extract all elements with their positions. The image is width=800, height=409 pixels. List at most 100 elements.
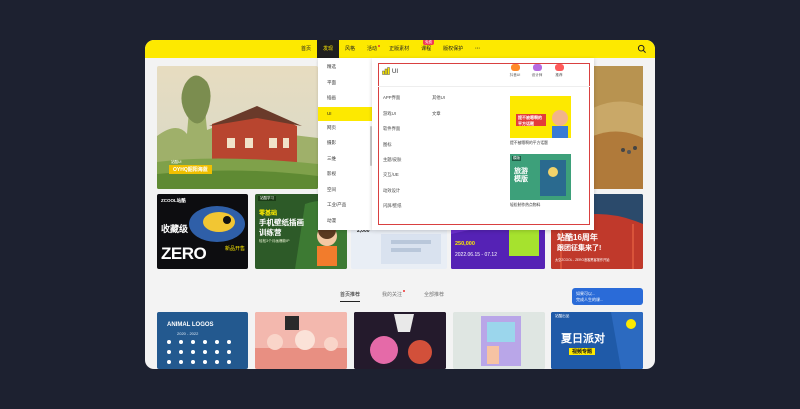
- nav-activity-label: 活动: [367, 46, 378, 52]
- bar-chart-icon: [382, 67, 390, 75]
- banner-zero-line3: 新品开售: [225, 246, 246, 252]
- banner-contest-amount: 250,000: [455, 241, 475, 247]
- promo-topic-label[interactable]: 提不被嗯啊的平方话题: [510, 141, 548, 146]
- category-featured[interactable]: 精选: [327, 64, 336, 70]
- promo-card-travel[interactable]: 模版 旅游模版: [510, 154, 571, 200]
- card-character[interactable]: [354, 312, 446, 369]
- promo-travel-title: 旅游模版: [514, 168, 528, 183]
- card-animal-logos-icons: [167, 340, 231, 364]
- nav-style[interactable]: 风格: [339, 40, 361, 58]
- banner-zero[interactable]: ZCOOL站酷 收藏级 ZERO 新品开售: [157, 194, 248, 269]
- app-window: 首页 发现 风格 活动 正版素材 课程 免费 版权保护 ··· 站酷UI OYH…: [145, 40, 655, 369]
- banner-contest-date: 2022.06.15 - 07.12: [455, 252, 497, 258]
- hero-caption: OYHQ韶阳海蓝: [169, 165, 212, 174]
- banner-zero-line1: 收藏级: [161, 224, 189, 234]
- quick-recommend[interactable]: 推荐: [550, 64, 568, 78]
- tab-recommended[interactable]: 首页推荐: [340, 291, 361, 302]
- notification-dot: [403, 290, 406, 292]
- promo-card-topic[interactable]: 提不被嗯啊的 平方话题: [510, 96, 571, 138]
- category-space[interactable]: 空间: [327, 187, 336, 193]
- sub-app-ui[interactable]: APP界面: [383, 95, 400, 101]
- panel-divider: [378, 86, 590, 87]
- category-ui[interactable]: UI: [318, 107, 372, 121]
- main-nav: 首页 发现 风格 活动 正版素材 课程 免费 版权保护 ···: [295, 40, 486, 58]
- nav-course[interactable]: 课程 免费: [415, 40, 437, 58]
- category-industrial[interactable]: 工业/产品: [327, 202, 346, 208]
- promo-travel-tag: 模版: [512, 156, 521, 161]
- banner-zero-logo: ZCOOL站酷: [161, 198, 186, 203]
- quick-douyin-ui[interactable]: 抖音UI: [506, 64, 524, 78]
- category-web[interactable]: 网页: [327, 125, 336, 131]
- banner-course-line3: 训练营: [259, 228, 282, 237]
- banner-course-line4: 轻松3个月画爆款IP: [259, 239, 290, 243]
- side-promo-line1: 如果可以...: [576, 291, 596, 296]
- quick-designer-label: 设计师: [531, 73, 543, 77]
- category-dropdown: 精选 平面 插画 UI 网页 摄影 三维 影视 空间 工业/产品 动漫: [318, 58, 372, 230]
- tab-following[interactable]: 我的关注: [382, 290, 406, 302]
- nav-stock[interactable]: 正版素材: [383, 40, 415, 58]
- sub-splash[interactable]: 闪屏/壁纸: [383, 203, 401, 209]
- feed-tabs: 首页推荐 我的关注 全部推荐: [340, 290, 444, 302]
- course-badge: 免费: [423, 40, 435, 45]
- nav-home[interactable]: 首页: [295, 40, 317, 58]
- sub-interaction[interactable]: 交互/UE: [383, 172, 399, 178]
- card-summer-tag: 站酷出品: [555, 314, 570, 318]
- banner-course-tag: 站酷学习: [258, 196, 276, 201]
- card-summer-sub: 视频专题: [569, 348, 596, 355]
- designer-icon: [532, 64, 542, 71]
- search-icon[interactable]: [637, 44, 647, 54]
- notification-dot: [378, 45, 381, 47]
- banner-anniversary-line2: 跟团征集来了!: [557, 245, 602, 252]
- category-photography[interactable]: 摄影: [327, 140, 336, 146]
- banner-zero-line2: ZERO: [161, 244, 207, 263]
- hero-carousel[interactable]: 站酷UI OYHQ韶阳海蓝: [157, 66, 318, 189]
- sub-other-ui[interactable]: 其他UI: [432, 95, 445, 101]
- ui-subcategory-panel: UI 抖音UI 设计师 推荐 APP界面 游戏UI 软件界面 图标 主题/皮肤 …: [372, 58, 594, 230]
- card-character-art: [354, 312, 446, 369]
- douyin-icon: [510, 64, 520, 71]
- card-animal-logos[interactable]: ANIMAL LOGOS 2020 - 2022: [157, 312, 248, 369]
- sub-game-ui[interactable]: 游戏UI: [383, 111, 396, 117]
- card-3d-room-art: [453, 312, 545, 369]
- category-illustration[interactable]: 插画: [327, 95, 336, 101]
- hero-side-image[interactable]: [593, 66, 643, 189]
- nav-more[interactable]: ···: [469, 40, 486, 58]
- card-summer-party[interactable]: 站酷出品 夏日派对 视频专题: [551, 312, 643, 369]
- sub-motion[interactable]: 动效设计: [383, 188, 400, 194]
- category-film[interactable]: 影视: [327, 171, 336, 177]
- banner-course-line1: 零基础: [259, 211, 278, 217]
- nav-copyright[interactable]: 版权保护: [437, 40, 469, 58]
- sub-themes[interactable]: 主题/皮肤: [383, 157, 401, 163]
- nav-discover[interactable]: 发现: [317, 40, 340, 58]
- card-bakery-art: [255, 312, 347, 369]
- sub-articles[interactable]: 文章: [432, 111, 441, 117]
- card-animal-logos-years: 2020 - 2022: [177, 331, 199, 336]
- panel-highlight-frame: [378, 63, 590, 225]
- category-3d[interactable]: 三维: [327, 156, 336, 162]
- quick-recommend-label: 推荐: [555, 73, 563, 77]
- nav-course-label: 课程: [421, 46, 432, 52]
- panel-title: UI: [392, 69, 398, 75]
- card-summer-title: 夏日派对: [561, 333, 605, 345]
- savanna-image: [593, 66, 643, 189]
- card-3d-room[interactable]: [453, 312, 545, 369]
- tab-following-label: 我的关注: [382, 292, 403, 298]
- tab-all[interactable]: 全部推荐: [424, 291, 444, 302]
- side-promo[interactable]: 如果可以... 完成人生的课...: [572, 288, 643, 305]
- category-animation[interactable]: 动漫: [327, 218, 336, 224]
- card-animal-logos-title: ANIMAL LOGOS: [167, 322, 214, 328]
- promo-topic-text2: 平方话题: [518, 121, 534, 126]
- top-nav-bar: 首页 发现 风格 活动 正版素材 课程 免费 版权保护 ···: [145, 40, 655, 58]
- banner-anniversary-line3: 太空ZCOOL - ZERO浪客黑客报作开始: [555, 258, 610, 262]
- category-graphic[interactable]: 平面: [327, 80, 336, 86]
- promo-travel-label[interactable]: 轻松制作热点物料: [510, 203, 540, 208]
- nav-activity[interactable]: 活动: [361, 40, 383, 58]
- recommend-icon: [554, 64, 564, 71]
- banner-anniversary-line1: 站酷16周年: [557, 233, 598, 242]
- quick-designer[interactable]: 设计师: [528, 64, 546, 78]
- quick-douyin-label: 抖音UI: [509, 73, 521, 77]
- sub-software-ui[interactable]: 软件界面: [383, 126, 400, 132]
- card-bakery[interactable]: [255, 312, 347, 369]
- sub-icons[interactable]: 图标: [383, 142, 392, 148]
- side-promo-line2: 完成人生的课...: [576, 297, 604, 302]
